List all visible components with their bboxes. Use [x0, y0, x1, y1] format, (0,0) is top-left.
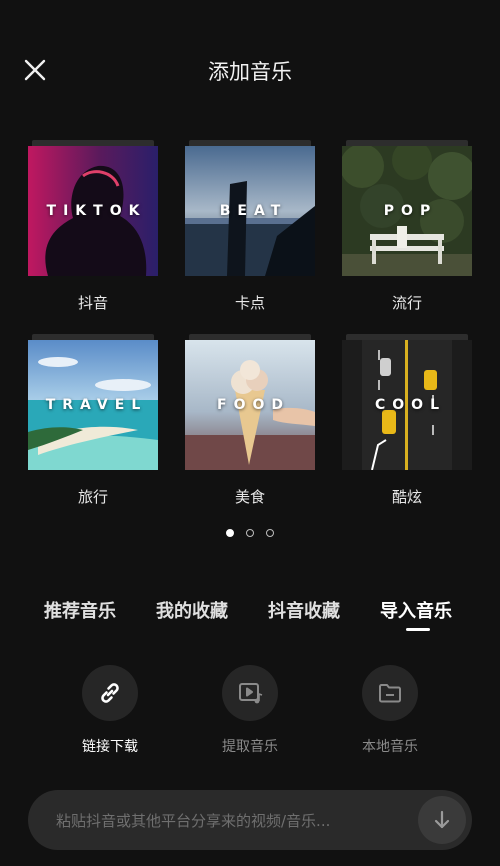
- category-tag: POP: [383, 203, 438, 219]
- link-paste-bar[interactable]: 粘贴抖音或其他平台分享来的视频/音乐...: [28, 790, 472, 850]
- folder-icon: [362, 665, 418, 721]
- tab-my-favorites[interactable]: 我的收藏: [156, 597, 228, 623]
- tab-recommended[interactable]: 推荐音乐: [44, 597, 116, 623]
- category-tag: FOOD: [217, 397, 290, 413]
- page-title: 添加音乐: [208, 60, 292, 84]
- link-input-placeholder[interactable]: 粘贴抖音或其他平台分享来的视频/音乐...: [56, 810, 330, 831]
- page-dot-3[interactable]: [266, 529, 274, 537]
- category-tag: TRAVEL: [45, 397, 148, 413]
- category-label: 旅行: [77, 488, 108, 506]
- category-label: 美食: [234, 488, 265, 506]
- action-label: 链接下载: [82, 739, 138, 755]
- category-tag: BEAT: [219, 203, 288, 219]
- page-dot-2[interactable]: [246, 529, 254, 537]
- category-label: 酷炫: [391, 488, 422, 506]
- video-music-icon: [222, 665, 278, 721]
- link-download-button[interactable]: 链接下载: [60, 665, 160, 756]
- tab-douyin-favorites[interactable]: 抖音收藏: [268, 597, 340, 623]
- category-tag: TIKTOK: [46, 203, 147, 219]
- link-icon: [82, 665, 138, 721]
- extract-music-button[interactable]: 提取音乐: [200, 665, 300, 756]
- arrow-down-icon[interactable]: [418, 796, 466, 844]
- page-dot-1[interactable]: [226, 529, 234, 537]
- category-tag: COOL: [375, 397, 446, 413]
- header: 添加音乐: [0, 0, 500, 140]
- category-label: 流行: [391, 294, 422, 312]
- local-music-button[interactable]: 本地音乐: [340, 665, 440, 756]
- page-indicator: [0, 529, 500, 537]
- category-label: 卡点: [234, 294, 265, 312]
- tab-import-music[interactable]: 导入音乐: [380, 597, 452, 623]
- active-tab-underline: [406, 628, 430, 631]
- action-label: 本地音乐: [362, 739, 418, 755]
- music-source-tabs: 推荐音乐 我的收藏 抖音收藏 导入音乐: [0, 597, 500, 637]
- action-label: 提取音乐: [222, 739, 278, 755]
- category-label: 抖音: [77, 294, 108, 312]
